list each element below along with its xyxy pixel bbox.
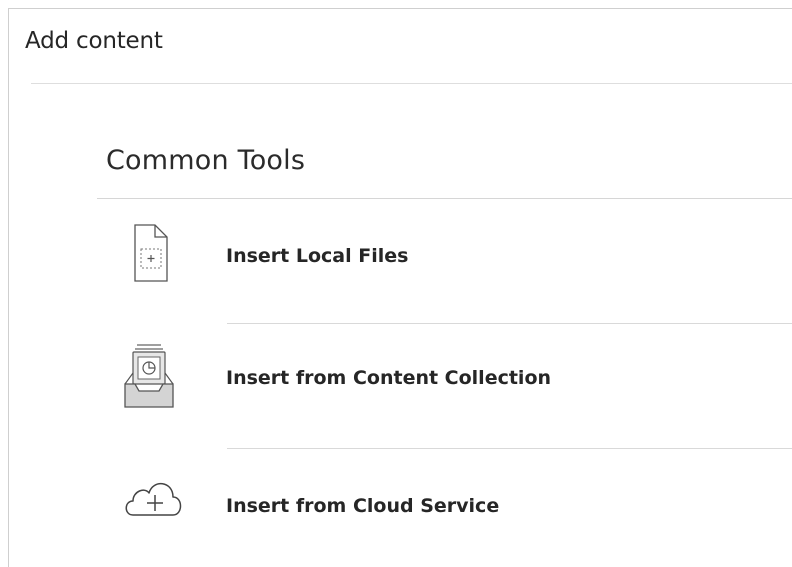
item-divider bbox=[227, 448, 792, 449]
cloud-add-icon bbox=[119, 471, 185, 537]
insert-content-collection-label: Insert from Content Collection bbox=[226, 367, 552, 389]
title-divider bbox=[31, 83, 792, 84]
panel-title: Add content bbox=[25, 28, 163, 54]
insert-local-files-label: Insert Local Files bbox=[226, 245, 409, 267]
content-collection-icon bbox=[119, 343, 185, 409]
file-add-icon bbox=[119, 221, 185, 287]
add-content-panel: Add content Common Tools Insert Local Fi… bbox=[8, 8, 792, 567]
insert-content-collection-item[interactable]: Insert from Content Collection bbox=[119, 343, 792, 415]
insert-cloud-service-item[interactable]: Insert from Cloud Service bbox=[119, 471, 792, 543]
insert-cloud-service-label: Insert from Cloud Service bbox=[226, 495, 500, 517]
section-divider bbox=[97, 198, 792, 199]
insert-local-files-item[interactable]: Insert Local Files bbox=[119, 221, 792, 293]
item-divider bbox=[227, 323, 792, 324]
section-title: Common Tools bbox=[106, 145, 306, 176]
